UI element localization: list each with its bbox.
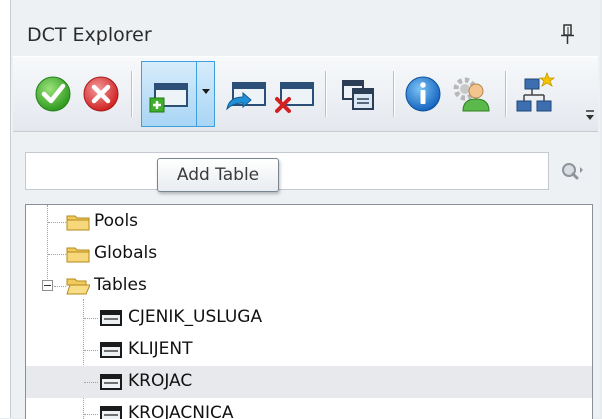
tree-item-label: Pools bbox=[94, 211, 139, 231]
user-settings-icon[interactable] bbox=[447, 67, 495, 119]
hierarchy-icon[interactable] bbox=[511, 67, 559, 119]
toolbar-separator bbox=[325, 71, 327, 117]
pin-icon[interactable] bbox=[559, 22, 577, 48]
delete-table-icon[interactable] bbox=[271, 67, 319, 119]
info-icon[interactable] bbox=[399, 67, 447, 119]
tree-item-tables[interactable]: Tables bbox=[26, 270, 592, 302]
table-icon bbox=[100, 309, 122, 327]
collapse-icon[interactable] bbox=[42, 280, 53, 291]
cancel-icon[interactable] bbox=[77, 67, 125, 119]
toolbar-separator bbox=[505, 71, 507, 117]
tree-connector bbox=[84, 318, 98, 319]
panel-title: DCT Explorer bbox=[27, 24, 152, 46]
toolbar-separator bbox=[131, 71, 133, 117]
tree-item-table[interactable]: KROJACNICA bbox=[26, 398, 592, 419]
table-icon bbox=[100, 341, 122, 359]
add-table-icon[interactable] bbox=[146, 68, 194, 120]
folder-icon bbox=[66, 212, 90, 232]
table-icon bbox=[100, 405, 122, 419]
tree-item-label: KROJAC bbox=[128, 371, 193, 391]
tree-item-label: Globals bbox=[94, 243, 158, 263]
tree-item-table[interactable]: KLIJENT bbox=[26, 334, 592, 366]
edit-table-icon[interactable] bbox=[223, 67, 271, 119]
toolbar bbox=[13, 56, 598, 132]
window-left-edge bbox=[0, 0, 11, 418]
tree-item-table-selected[interactable]: KROJAC bbox=[26, 366, 592, 398]
add-table-tooltip: Add Table bbox=[157, 158, 279, 192]
panel-title-bar: DCT Explorer bbox=[11, 14, 600, 56]
tree-item-globals[interactable]: Globals bbox=[26, 238, 592, 270]
search-icon[interactable] bbox=[559, 160, 585, 184]
tree-connector bbox=[84, 350, 98, 351]
folder-open-icon bbox=[66, 276, 91, 296]
confirm-icon[interactable] bbox=[29, 67, 77, 119]
folder-icon bbox=[66, 244, 90, 264]
split-divider bbox=[196, 62, 197, 126]
tree-item-label: KLIJENT bbox=[128, 339, 193, 359]
tree-item-label: Tables bbox=[94, 275, 147, 295]
tree-connector bbox=[84, 414, 98, 415]
tree-item-table[interactable]: CJENIK_USLUGA bbox=[26, 302, 592, 334]
toolbar-separator bbox=[393, 71, 395, 117]
tree-item-label: CJENIK_USLUGA bbox=[128, 307, 263, 327]
copy-icon[interactable] bbox=[335, 67, 383, 119]
tree-item-pools[interactable]: Pools bbox=[26, 206, 592, 238]
tree-connector bbox=[84, 382, 98, 383]
dct-tree-view[interactable]: Pools Globals Tables CJENIK_USLUGA KLIJE… bbox=[25, 204, 593, 419]
search-input[interactable] bbox=[25, 152, 549, 190]
table-icon bbox=[100, 373, 122, 391]
add-table-split-button[interactable] bbox=[141, 61, 215, 127]
tree-item-label: KROJACNICA bbox=[128, 403, 234, 419]
dct-explorer-panel: DCT Explorer Add Table Pools Globals Tab… bbox=[11, 0, 600, 419]
chevron-down-icon[interactable] bbox=[202, 89, 210, 94]
toolbar-overflow-icon[interactable] bbox=[585, 107, 595, 123]
